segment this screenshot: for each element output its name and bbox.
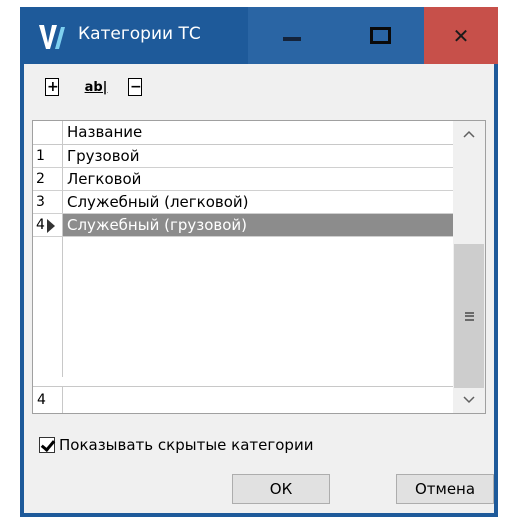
column-header-name[interactable]: Название bbox=[67, 123, 142, 141]
row-index: 1 bbox=[33, 145, 63, 168]
close-button[interactable]: ✕ bbox=[424, 7, 498, 64]
rename-icon: ab| bbox=[84, 79, 108, 95]
delete-record-icon: − bbox=[128, 78, 142, 96]
scroll-down-button[interactable] bbox=[453, 387, 485, 413]
row-index: 2 bbox=[33, 168, 63, 191]
categories-grid[interactable]: Название 1 Грузовой 2 Легковой 3 Служебн… bbox=[32, 120, 486, 414]
rename-button[interactable]: ab| bbox=[76, 76, 116, 98]
table-row-selected[interactable]: 4 Служебный (грузовой) bbox=[33, 214, 453, 237]
row-name[interactable]: Служебный (грузовой) bbox=[63, 214, 453, 237]
grid-header: Название bbox=[33, 121, 453, 145]
vertical-scrollbar[interactable] bbox=[453, 121, 485, 413]
table-row[interactable]: 3 Служебный (легковой) bbox=[33, 191, 453, 214]
add-record-button[interactable]: + bbox=[41, 76, 63, 98]
dialog-body: + ab| − Название 1 Грузовой 2 Легковой 3… bbox=[24, 64, 494, 513]
chevron-down-icon bbox=[463, 396, 475, 404]
scrollbar-thumb[interactable] bbox=[454, 244, 484, 388]
maximize-icon bbox=[369, 27, 391, 44]
chevron-up-icon bbox=[463, 130, 475, 138]
dialog-window: Категории ТС ✕ + ab| − Название 1 Грузов… bbox=[20, 7, 498, 517]
record-count: 4 bbox=[33, 387, 63, 413]
grid-footer: 4 bbox=[33, 386, 453, 413]
minimize-icon bbox=[283, 36, 301, 41]
row-name[interactable]: Служебный (легковой) bbox=[63, 191, 453, 214]
window-title: Категории ТС bbox=[78, 24, 201, 44]
check-icon bbox=[40, 436, 56, 453]
scroll-up-button[interactable] bbox=[453, 121, 485, 147]
checkbox-box[interactable] bbox=[39, 436, 56, 453]
minimize-button[interactable] bbox=[248, 7, 336, 64]
row-index: 4 bbox=[33, 214, 63, 237]
row-name[interactable]: Легковой bbox=[63, 168, 453, 191]
title-bar[interactable]: Категории ТС ✕ bbox=[20, 7, 498, 64]
app-logo-icon bbox=[39, 25, 65, 49]
show-hidden-label[interactable]: Показывать скрытые категории bbox=[59, 436, 313, 454]
grip-icon bbox=[464, 311, 474, 321]
indicator-column-empty bbox=[33, 237, 63, 377]
maximize-button[interactable] bbox=[336, 7, 424, 64]
row-name[interactable]: Грузовой bbox=[63, 145, 453, 168]
table-row[interactable]: 1 Грузовой bbox=[33, 145, 453, 168]
table-row[interactable]: 2 Легковой bbox=[33, 168, 453, 191]
add-record-icon: + bbox=[45, 78, 59, 96]
toolbar: + ab| − bbox=[24, 64, 494, 106]
delete-record-button[interactable]: − bbox=[124, 76, 146, 98]
header-indicator-cell bbox=[33, 121, 63, 145]
current-row-arrow-icon bbox=[47, 219, 55, 233]
ok-button[interactable]: ОК bbox=[232, 474, 330, 504]
cancel-button[interactable]: Отмена bbox=[396, 474, 494, 504]
close-icon: ✕ bbox=[452, 23, 470, 48]
row-index: 3 bbox=[33, 191, 63, 214]
row-index-value: 4 bbox=[36, 217, 45, 233]
show-hidden-checkbox[interactable]: Показывать скрытые категории bbox=[39, 434, 313, 456]
